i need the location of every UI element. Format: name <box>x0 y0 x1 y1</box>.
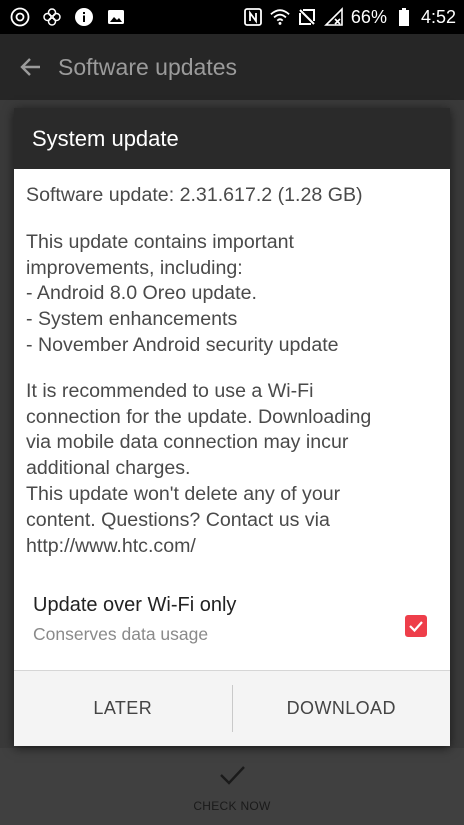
dialog-message: Software update: 2.31.617.2 (1.28 GB) Th… <box>14 169 450 559</box>
system-update-dialog: System update Software update: 2.31.617.… <box>14 108 450 746</box>
download-button[interactable]: DOWNLOAD <box>233 671 451 746</box>
checkmark-icon <box>217 760 247 795</box>
improvements-text: This update contains important improveme… <box>26 230 339 356</box>
dialog-header: System update <box>14 108 450 169</box>
app-bar: Software updates <box>0 34 464 100</box>
info-icon <box>74 7 94 27</box>
later-button[interactable]: LATER <box>14 671 232 746</box>
wifi-only-option[interactable]: Update over Wi-Fi only Conserves data us… <box>14 592 450 654</box>
version-text: Software update: 2.31.617.2 (1.28 GB) <box>26 184 363 206</box>
battery-icon <box>394 7 414 27</box>
wifi-only-title: Update over Wi-Fi only <box>33 594 237 616</box>
signal-off-icon <box>323 7 344 27</box>
wifi-icon <box>270 7 290 27</box>
no-sim-icon <box>297 7 317 27</box>
flower-notification-icon <box>42 7 62 27</box>
battery-percent: 66% <box>350 6 387 27</box>
clock: 4:52 <box>420 6 456 27</box>
check-now-button[interactable]: CHECK NOW <box>0 748 464 825</box>
nfc-icon <box>243 7 263 27</box>
status-bar: 66% 4:52 <box>0 0 464 34</box>
wifi-only-subtitle: Conserves data usage <box>33 624 209 644</box>
back-arrow-icon[interactable] <box>16 52 46 82</box>
checkbox-check-icon <box>409 621 423 633</box>
dialog-title: System update <box>32 125 179 151</box>
camera-notification-icon <box>10 7 30 27</box>
wifi-only-checkbox[interactable] <box>405 615 427 637</box>
dialog-actions: LATER DOWNLOAD <box>14 671 450 746</box>
image-icon <box>106 7 126 27</box>
page-title: Software updates <box>58 53 238 80</box>
recommendation-text: It is recommended to use a Wi-Fi connect… <box>26 379 372 557</box>
check-now-label: CHECK NOW <box>193 799 271 813</box>
